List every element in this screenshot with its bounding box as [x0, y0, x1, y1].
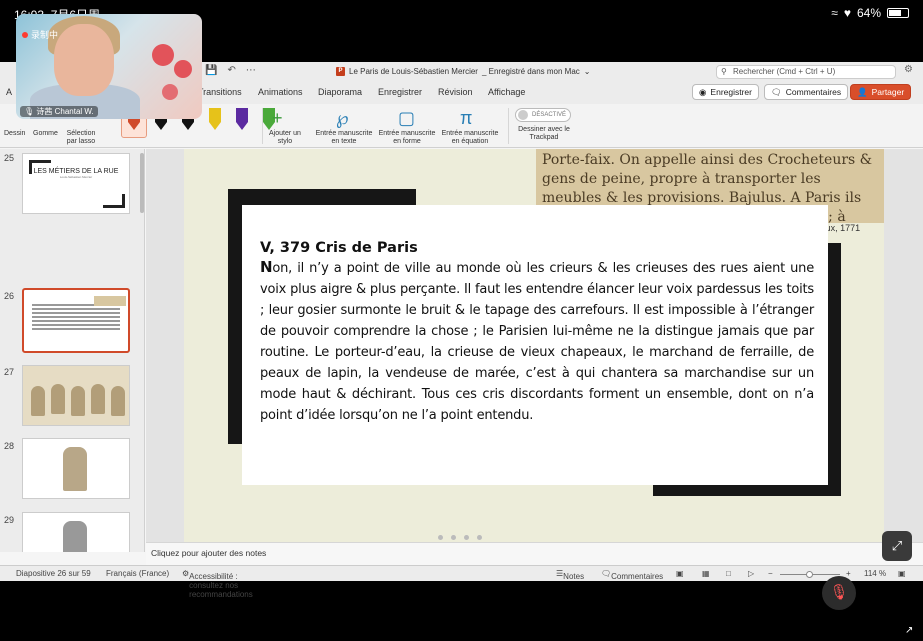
- pager-dots: [438, 535, 482, 540]
- thumbnail-number: 27: [4, 367, 15, 377]
- document-title: Le Paris de Louis-Sébastien Mercier: [349, 67, 478, 76]
- tab-animations[interactable]: Animations: [258, 87, 303, 97]
- tab-accueil[interactable]: A: [6, 87, 12, 97]
- zoom-level[interactable]: 114 %: [864, 569, 886, 578]
- fit-to-window-icon[interactable]: ▣: [898, 569, 906, 578]
- slide-thumbnail-26[interactable]: [22, 288, 130, 353]
- heart-icon: ♥: [843, 6, 851, 20]
- search-placeholder: Rechercher (Cmd + Ctrl + U): [733, 67, 836, 76]
- recording-indicator: 录制中: [22, 28, 58, 41]
- status-bar: Diapositive 26 sur 59 Français (France) …: [0, 565, 923, 599]
- reading-view-icon[interactable]: □: [726, 569, 731, 578]
- undo-icon[interactable]: ↶: [227, 65, 235, 76]
- thumbnail-subtitle: Louis-Sébastien Mercier: [59, 175, 93, 179]
- draw-tool[interactable]: Dessin: [4, 130, 25, 138]
- slide-text-box[interactable]: V, 379 Cris de Paris Non, il n’y a point…: [242, 205, 828, 485]
- tab-transitions[interactable]: Transitions: [198, 87, 242, 97]
- slide-body: Non, il n’y a point de ville au monde où…: [260, 258, 814, 423]
- share-button[interactable]: 👤 Partager: [850, 84, 912, 100]
- slide-thumbnail-28[interactable]: [22, 438, 130, 499]
- language-indicator[interactable]: Français (France): [106, 569, 169, 578]
- slide-counter: Diapositive 26 sur 59: [16, 569, 91, 578]
- comments-button[interactable]: 🗨 Commentaires: [764, 84, 849, 100]
- notes-pane[interactable]: Cliquez pour ajouter des notes: [146, 542, 923, 565]
- zoom-in-button[interactable]: +: [846, 569, 851, 578]
- more-icon[interactable]: ⋯: [246, 65, 256, 76]
- eraser-tool[interactable]: Gomme: [33, 130, 58, 138]
- tab-diaporama[interactable]: Diaporama: [318, 87, 362, 97]
- powerpoint-window: 💾 ↶ ⋯ P Le Paris de Louis-Sébastien Merc…: [0, 62, 923, 599]
- thumbnail-number: 29: [4, 515, 15, 525]
- comments-toggle[interactable]: 🗨 Commentaires: [601, 569, 663, 581]
- save-icon[interactable]: 💾: [205, 65, 217, 76]
- participant-video: [54, 24, 114, 96]
- slide-sorter-icon[interactable]: ▦: [702, 569, 710, 578]
- save-status[interactable]: _ Enregistré dans mon Mac: [482, 67, 580, 76]
- wifi-icon: ≈: [831, 6, 838, 20]
- powerpoint-icon: P: [336, 67, 345, 76]
- thumbnail-number: 26: [4, 291, 15, 301]
- thumbnail-number: 28: [4, 441, 15, 451]
- search-box[interactable]: ⚲ Rechercher (Cmd + Ctrl + U): [716, 65, 896, 79]
- slide-heading: V, 379 Cris de Paris: [260, 240, 418, 256]
- search-icon: ⚲: [721, 67, 727, 76]
- resize-handle-icon[interactable]: ↗: [905, 625, 913, 636]
- ink-to-text-icon[interactable]: ℘: [336, 108, 349, 129]
- video-call-overlay[interactable]: 录制中 🎙 诗茜 Chantal W.: [16, 14, 202, 119]
- participant-name: 🎙 诗茜 Chantal W.: [20, 106, 98, 117]
- ink-to-text-button[interactable]: Entrée manuscrite en texte: [313, 130, 375, 146]
- accessibility-checker[interactable]: ⚙ Accessibilité : consultez nos recomman…: [182, 569, 253, 599]
- tab-enregistrer[interactable]: Enregistrer: [378, 87, 422, 97]
- decor-frame-top: [228, 189, 416, 205]
- tab-revision[interactable]: Révision: [438, 87, 473, 97]
- record-icon: ◉: [699, 87, 707, 97]
- pen-5[interactable]: [236, 108, 248, 132]
- battery-percent: 64%: [856, 6, 881, 20]
- comment-icon: 🗨: [771, 87, 782, 97]
- thumbnail-scrollbar[interactable]: [140, 153, 144, 213]
- share-icon: 👤: [857, 87, 868, 97]
- record-button[interactable]: ◉ Enregistrer: [692, 84, 759, 100]
- zoom-slider-thumb[interactable]: [806, 571, 813, 578]
- microphone-icon: 🎙: [24, 107, 35, 116]
- expand-icon[interactable]: ⤢: [882, 531, 912, 561]
- notes-placeholder: Cliquez pour ajouter des notes: [151, 548, 267, 558]
- normal-view-icon[interactable]: ▣: [676, 569, 684, 578]
- slide-thumbnail-25[interactable]: LES MÉTIERS DE LA RUE Louis-Sébastien Me…: [22, 153, 130, 214]
- lasso-tool[interactable]: Sélection par lasso: [63, 130, 99, 146]
- thumbnail-number: 25: [4, 153, 15, 163]
- slide-editor: Porte-faix. On appelle ainsi des Crochet…: [146, 149, 923, 542]
- slideshow-icon[interactable]: ▷: [748, 569, 754, 578]
- mute-microphone-icon[interactable]: 🎙: [822, 576, 856, 610]
- slide-thumbnail-29[interactable]: [22, 512, 130, 552]
- pen-4[interactable]: [209, 108, 221, 132]
- ink-to-math-icon[interactable]: π: [460, 108, 472, 129]
- battery-icon: [887, 8, 909, 18]
- record-dot-icon: [22, 31, 28, 38]
- add-pen-button[interactable]: Ajouter un stylo: [268, 130, 302, 146]
- trackpad-label: Dessiner avec le Trackpad: [518, 126, 570, 141]
- slide-thumbnail-pane: 25 LES MÉTIERS DE LA RUE Louis-Sébastien…: [0, 149, 145, 552]
- drop-letter: N: [260, 258, 273, 276]
- add-pen-icon[interactable]: +: [272, 108, 283, 129]
- ink-to-shape-button[interactable]: Entrée manuscrite en forme: [376, 130, 438, 146]
- tab-affichage[interactable]: Affichage: [488, 87, 525, 97]
- zoom-out-button[interactable]: −: [768, 569, 773, 578]
- settings-icon[interactable]: ⚙: [904, 64, 913, 75]
- slide-thumbnail-27[interactable]: [22, 365, 130, 426]
- trackpad-toggle[interactable]: DÉSACTIVÉ: [515, 108, 571, 122]
- battery-fill: [889, 10, 901, 16]
- ink-to-shape-icon[interactable]: ▢: [398, 108, 415, 129]
- chevron-down-icon[interactable]: ⌄: [584, 67, 591, 76]
- current-slide[interactable]: Porte-faix. On appelle ainsi des Crochet…: [184, 149, 884, 542]
- notes-toggle[interactable]: ☰ Notes: [556, 569, 584, 581]
- ink-to-math-button[interactable]: Entrée manuscrite en équation: [439, 130, 501, 146]
- decor-frame-left: [228, 189, 242, 444]
